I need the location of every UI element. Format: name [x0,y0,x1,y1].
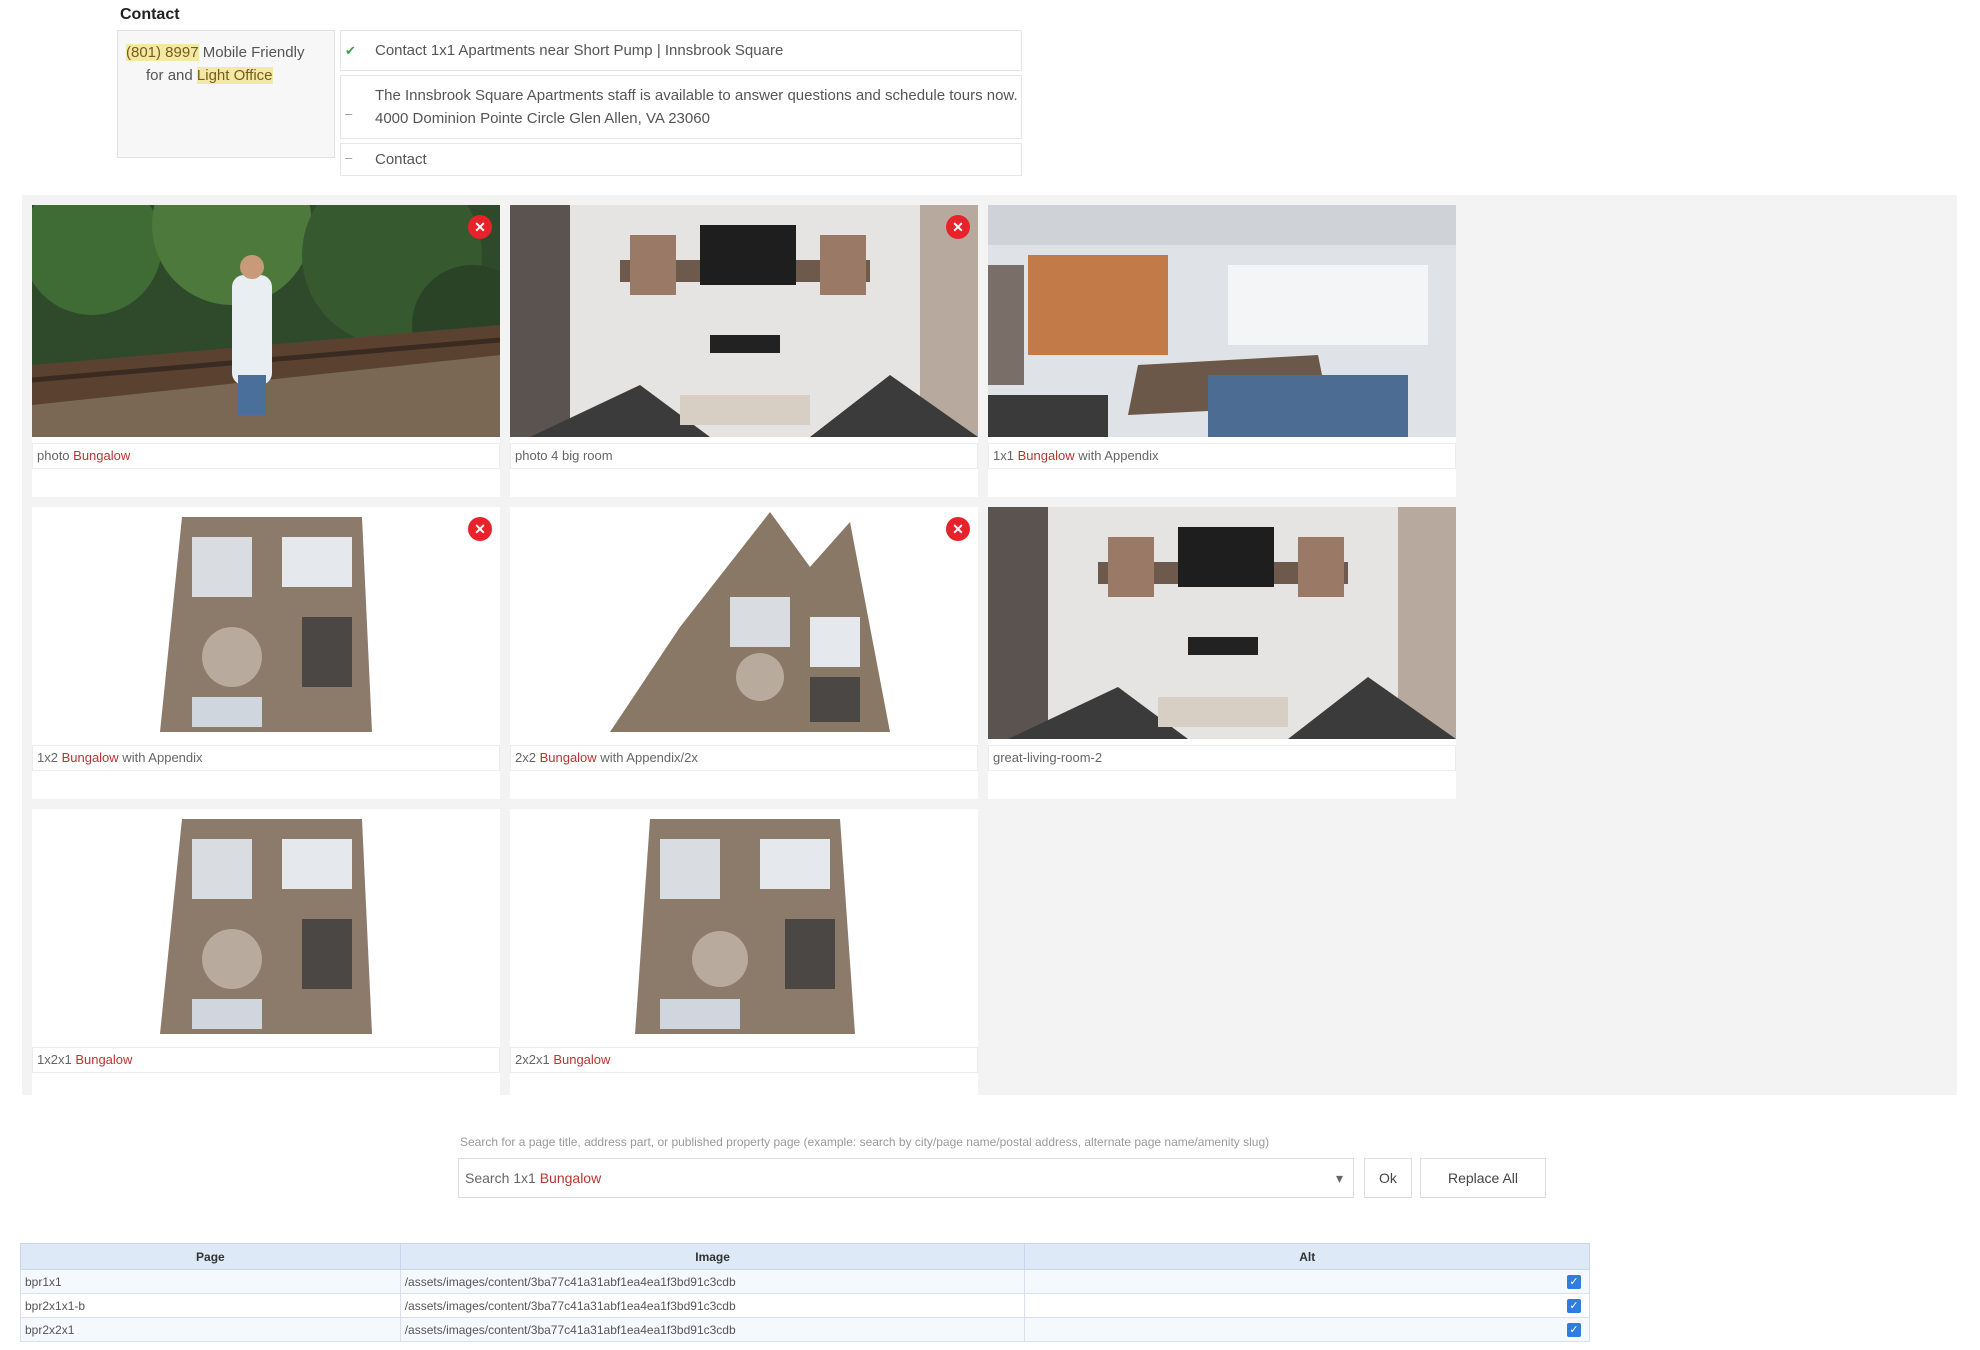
checkbox-icon[interactable]: ✓ [1567,1323,1581,1337]
dash-icon: – [345,106,353,121]
caption-keyword: Bungalow [75,1052,133,1067]
table-header-row: Page Image Alt [20,1243,1590,1270]
column-header-page[interactable]: Page [20,1243,401,1270]
cell-page: bpr2x1x1-b [20,1293,401,1318]
caption-tail: with Appendix [118,750,203,765]
cell-page: bpr1x1 [20,1269,401,1294]
gallery-card[interactable]: 1x1 Bungalow with Appendix [988,205,1456,497]
gallery-thumbnail[interactable] [32,809,500,1041]
table-row[interactable]: bpr2x1x1-b /assets/images/content/3ba77c… [20,1293,1590,1318]
image-caption[interactable]: photo Bungalow [32,443,500,469]
gallery-thumbnail[interactable] [32,205,500,437]
image-caption[interactable]: 2x2x1 Bungalow [510,1047,978,1073]
gallery-thumbnail[interactable] [32,507,500,739]
caption-text: great-living-room-2 [993,750,1103,765]
ok-button[interactable]: Ok [1364,1158,1412,1198]
for-text: for [146,67,164,84]
remove-image-button[interactable]: ✕ [946,215,970,239]
cell-alt[interactable]: ✓ [1024,1293,1590,1318]
cell-page: bpr2x2x1 [20,1317,401,1342]
contact-summary-line-1: (801) 8997 Mobile Friendly [126,41,326,64]
column-header-image[interactable]: Image [399,1243,1026,1270]
chevron-down-icon[interactable]: ▾ [1336,1159,1343,1197]
gallery-card[interactable]: ✕ 1x2 Bungalow with Appendix [32,507,500,799]
gallery-thumbnail[interactable] [988,205,1456,437]
checkbox-icon[interactable]: ✓ [1567,1275,1581,1289]
search-value: Search 1x1 [465,1170,540,1186]
label-field[interactable]: – Contact [340,143,1022,176]
caption-text: 1x2 [37,750,62,765]
table-row[interactable]: bpr2x2x1 /assets/images/content/3ba77c41… [20,1317,1590,1342]
gallery-card[interactable]: ✕ photo Bungalow [32,205,500,497]
title-field[interactable]: ✔ Contact 1x1 Apartments near Short Pump… [340,30,1022,71]
check-icon: ✔ [345,43,356,58]
image-caption[interactable]: 1x1 Bungalow with Appendix [988,443,1456,469]
search-select[interactable]: Search 1x1 Bungalow ▾ [458,1158,1354,1198]
and-text: and [167,67,193,84]
checkbox-icon[interactable]: ✓ [1567,1299,1581,1313]
cell-image: /assets/images/content/3ba77c41a31abf1ea… [399,1317,1026,1342]
column-header-alt[interactable]: Alt [1024,1243,1590,1270]
image-caption[interactable]: 2x2 Bungalow with Appendix/2x [510,745,978,771]
remove-image-button[interactable]: ✕ [946,517,970,541]
gallery-card[interactable]: 1x2x1 Bungalow [32,809,500,1101]
caption-keyword: Bungalow [61,750,119,765]
caption-text: 1x2x1 [37,1052,76,1067]
gallery-thumbnail[interactable] [510,809,978,1041]
cell-alt[interactable]: ✓ [1024,1269,1590,1294]
gallery-card[interactable]: 2x2x1 Bungalow [510,809,978,1101]
image-caption[interactable]: photo 4 big room [510,443,978,469]
contact-summary-box: (801) 8997 Mobile Friendly for and Light… [117,30,335,158]
caption-text: 2x2 [515,750,540,765]
image-caption[interactable]: 1x2 Bungalow with Appendix [32,745,500,771]
description-field-value: The Innsbrook Square Apartments staff is… [375,87,1018,127]
replace-all-button[interactable]: Replace All [1420,1158,1546,1198]
image-caption[interactable]: great-living-room-2 [988,745,1456,771]
description-field[interactable]: – The Innsbrook Square Apartments staff … [340,75,1022,139]
remove-image-button[interactable]: ✕ [468,517,492,541]
cell-image: /assets/images/content/3ba77c41a31abf1ea… [399,1269,1026,1294]
caption-tail: with Appendix/2x [596,750,698,765]
gallery-card[interactable]: great-living-room-2 [988,507,1456,799]
label-field-value: Contact [375,151,427,168]
image-caption[interactable]: 1x2x1 Bungalow [32,1047,500,1073]
gallery-thumbnail[interactable] [988,507,1456,739]
results-table: Page Image Alt bpr1x1 /assets/images/con… [20,1243,1590,1342]
phone-highlight: (801) 8997 [126,44,199,61]
search-help-text: Search for a page title, address part, o… [460,1135,1270,1149]
table-row[interactable]: bpr1x1 /assets/images/content/3ba77c41a3… [20,1269,1590,1294]
caption-tail: with Appendix [1074,448,1159,463]
caption-text: photo [37,448,74,463]
remove-image-button[interactable]: ✕ [468,215,492,239]
search-value-keyword: Bungalow [539,1170,602,1186]
cell-image: /assets/images/content/3ba77c41a31abf1ea… [399,1293,1026,1318]
caption-text: 1x1 [993,448,1018,463]
caption-keyword: Bungalow [539,750,597,765]
caption-keyword: Bungalow [553,1052,611,1067]
caption-text: 2x2x1 [515,1052,554,1067]
contact-summary-line-2: for and Light Office [126,64,326,87]
dash-icon: – [345,150,353,165]
gallery-thumbnail[interactable] [510,205,978,437]
caption-text: photo 4 big room [515,448,613,463]
gallery-thumbnail[interactable] [510,507,978,739]
cell-alt[interactable]: ✓ [1024,1317,1590,1342]
caption-keyword: Bungalow [73,448,131,463]
gallery-card[interactable]: ✕ 2x2 Bungalow with Appendix/2x [510,507,978,799]
mobile-label: Mobile Friendly [202,44,305,61]
image-gallery: ✕ photo Bungalow ✕ photo 4 big room 1x1 … [22,195,1957,1101]
gallery-card[interactable]: ✕ photo 4 big room [510,205,978,497]
contact-fields: ✔ Contact 1x1 Apartments near Short Pump… [340,30,1022,180]
title-field-value: Contact 1x1 Apartments near Short Pump |… [375,42,784,59]
office-highlight: Light Office [196,67,273,84]
contact-heading: Contact [120,6,180,23]
caption-keyword: Bungalow [1017,448,1075,463]
